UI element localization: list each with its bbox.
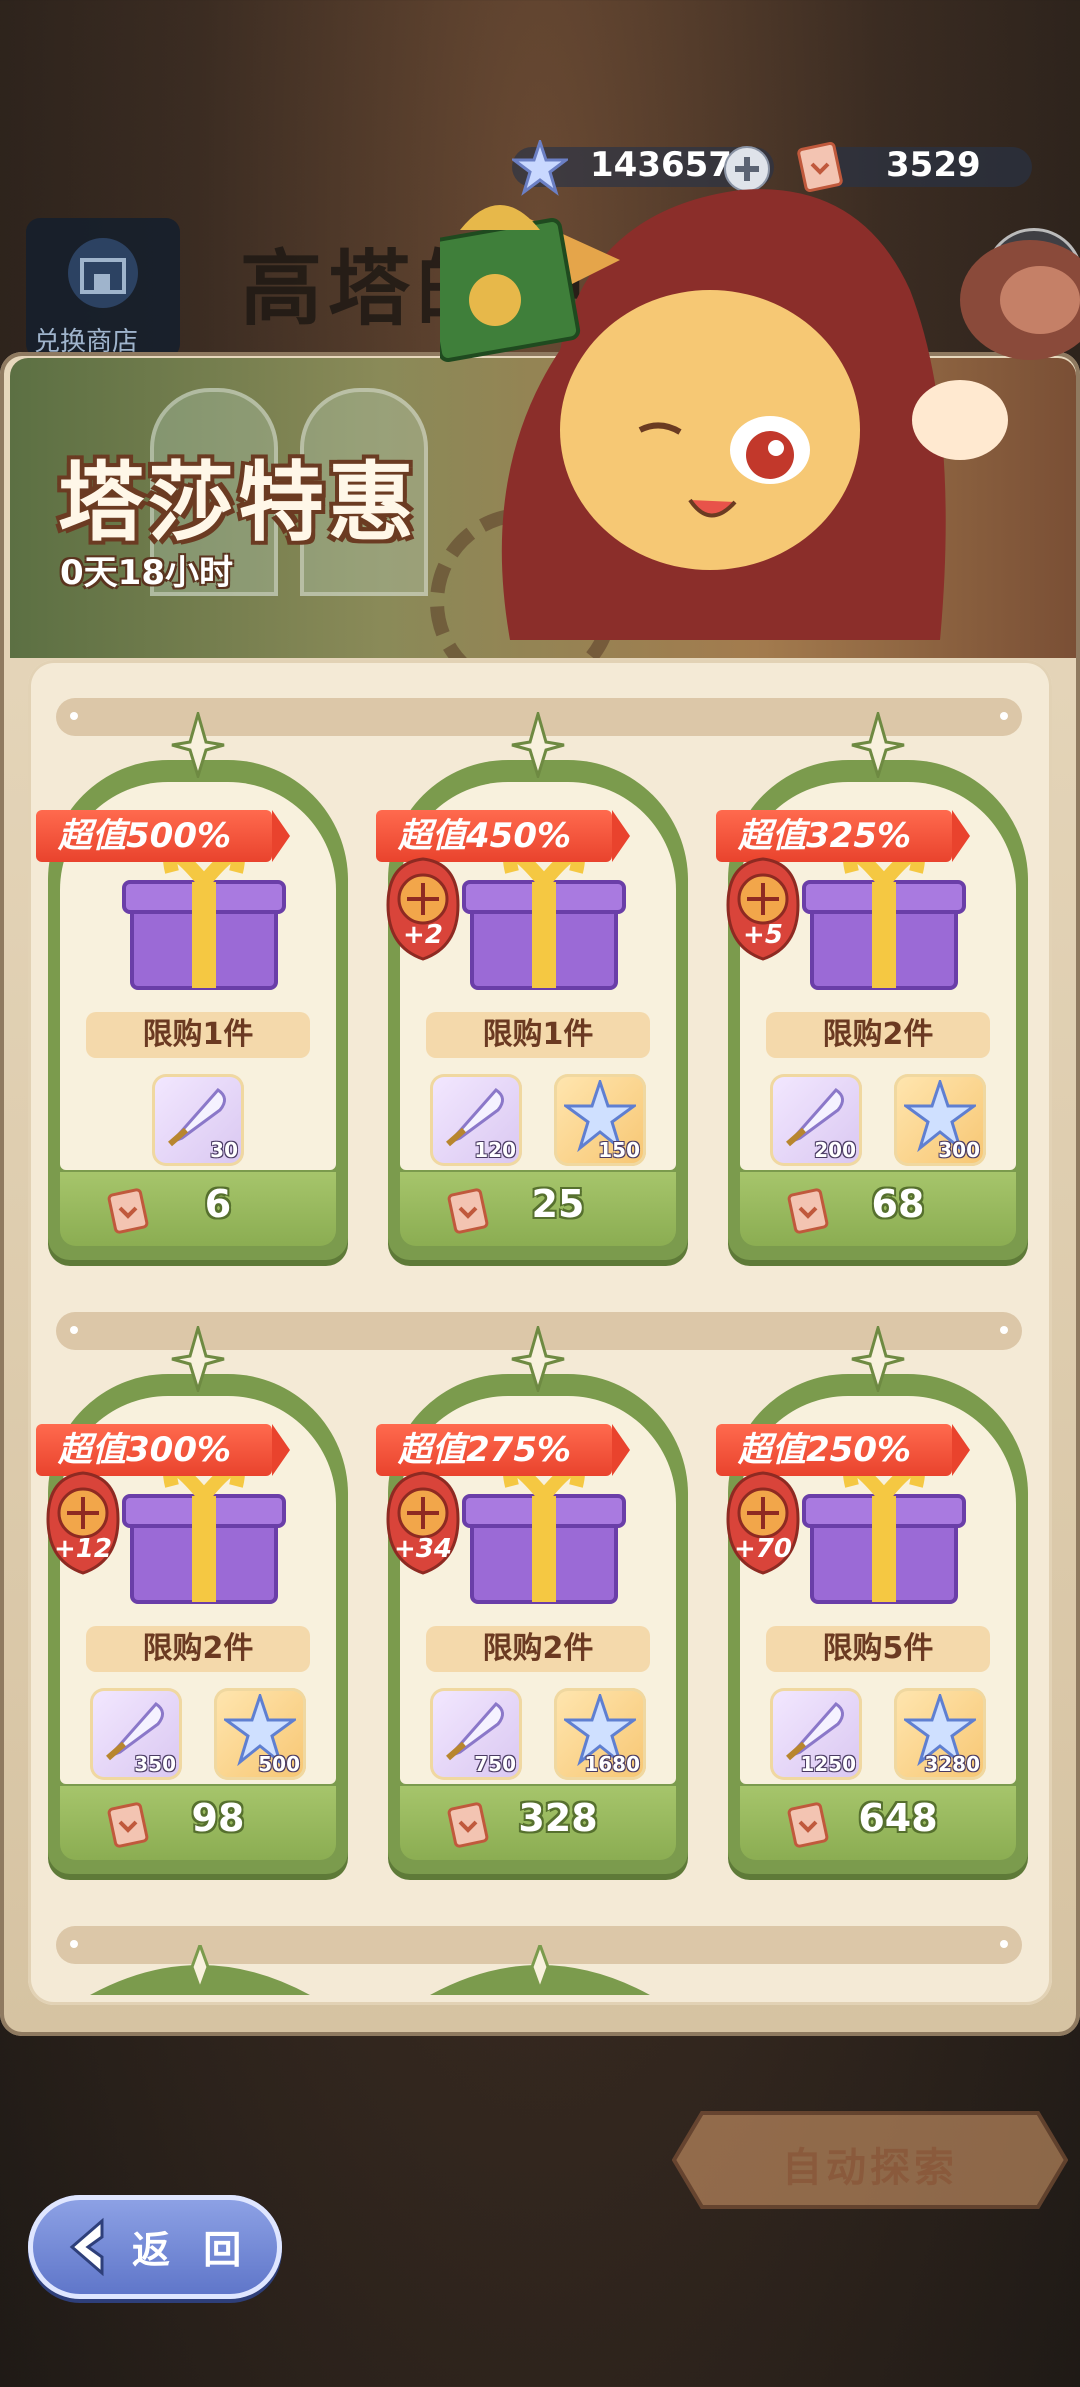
sparkle-icon [171,712,225,778]
bonus-count: +34 [394,1534,452,1564]
reward-quantity: 150 [598,1138,640,1162]
price-label: 98 [191,1796,245,1840]
promo-title: 塔莎特惠 [58,453,418,553]
bonus-count: +70 [734,1534,792,1564]
value-ribbon: 超值325% [716,810,970,862]
sparkle-icon [171,1326,225,1392]
gift-box-icon [802,1461,966,1604]
ticket-icon [787,1802,829,1848]
back-arrow-icon [69,2217,104,2277]
promo-timer: 0天18小时 [60,553,233,593]
gift-box-icon [802,847,966,990]
purchase-limit: 限购1件 [86,1012,310,1058]
reward-quantity: 3280 [924,1752,980,1776]
sparkle-icon [851,1326,905,1392]
reward-quantity: 300 [938,1138,980,1162]
reward-item[interactable]: 150 [554,1074,646,1166]
reward-item[interactable]: 750 [430,1688,522,1780]
reward-item[interactable]: 500 [214,1688,306,1780]
offer-card[interactable]: 超值325% +5 限购2件 200 300 68 [716,712,1028,1260]
reward-item[interactable]: 30 [152,1074,244,1166]
value-ribbon: 超值250% [716,1424,970,1476]
price-label: 25 [531,1182,585,1226]
reward-item[interactable]: 1680 [554,1688,646,1780]
reward-quantity: 1680 [584,1752,640,1776]
price-label: 68 [871,1182,925,1226]
price-label: 328 [518,1796,598,1840]
reward-quantity: 500 [258,1752,300,1776]
gift-box-icon [122,847,286,990]
reward-item[interactable]: 350 [90,1688,182,1780]
value-ribbon: 超值450% [376,810,630,862]
reward-quantity: 30 [210,1138,238,1162]
bonus-count: +12 [54,1534,112,1564]
ticket-icon [107,1802,149,1848]
gift-box-icon [462,1461,626,1604]
purchase-limit: 限购5件 [766,1626,990,1672]
back-label: 返 回 [132,2228,252,2272]
ticket-icon [447,1802,489,1848]
purchase-limit: 限购1件 [426,1012,650,1058]
offer-card[interactable]: 超值500% 限购1件 30 6 [36,712,348,1260]
value-ribbon: 超值500% [36,810,290,862]
mascot-character [440,189,1080,640]
purchase-limit: 限购2件 [766,1012,990,1058]
value-ribbon: 超值275% [376,1424,630,1476]
sparkle-icon [511,712,565,778]
sparkle-icon [851,712,905,778]
reward-item[interactable]: 1250 [770,1688,862,1780]
reward-quantity: 350 [134,1752,176,1776]
gift-box-icon [122,1461,286,1604]
reward-item[interactable]: 200 [770,1074,862,1166]
gift-box-icon [462,847,626,990]
ticket-icon [107,1188,149,1234]
reward-item[interactable]: 300 [894,1074,986,1166]
ticket-icon [447,1188,489,1234]
reward-item[interactable]: 3280 [894,1688,986,1780]
back-button[interactable]: 返 回 [28,2195,282,2299]
exchange-shop-button[interactable]: 兑换商店 [26,218,180,358]
price-label: 6 [204,1182,232,1226]
bonus-count: +5 [743,920,783,950]
reward-quantity: 120 [474,1138,516,1162]
offer-card[interactable]: 超值275% +34 限购2件 750 1680 328 [376,1326,688,1874]
ticket-icon [787,1188,829,1234]
reward-quantity: 750 [474,1752,516,1776]
purchase-limit: 限购2件 [426,1626,650,1672]
offer-card[interactable]: 超值250% +70 限购5件 1250 3280 648 [716,1326,1028,1874]
value-ribbon: 超值300% [36,1424,290,1476]
offer-card[interactable]: 超值450% +2 限购1件 120 150 25 [376,712,688,1260]
next-row-card-top [90,1945,310,1995]
reward-quantity: 200 [814,1138,856,1162]
auto-explore-button[interactable]: 自动探索 [672,2105,1068,2215]
sparkle-icon [511,1326,565,1392]
next-row-card-top [430,1945,650,1995]
purchase-limit: 限购2件 [86,1626,310,1672]
price-label: 648 [858,1796,938,1840]
shop-icon [68,238,138,308]
reward-quantity: 1250 [800,1752,856,1776]
bonus-count: +2 [403,920,443,950]
auto-explore-label: 自动探索 [782,2145,958,2191]
offer-card[interactable]: 超值300% +12 限购2件 350 500 98 [36,1326,348,1874]
reward-item[interactable]: 120 [430,1074,522,1166]
